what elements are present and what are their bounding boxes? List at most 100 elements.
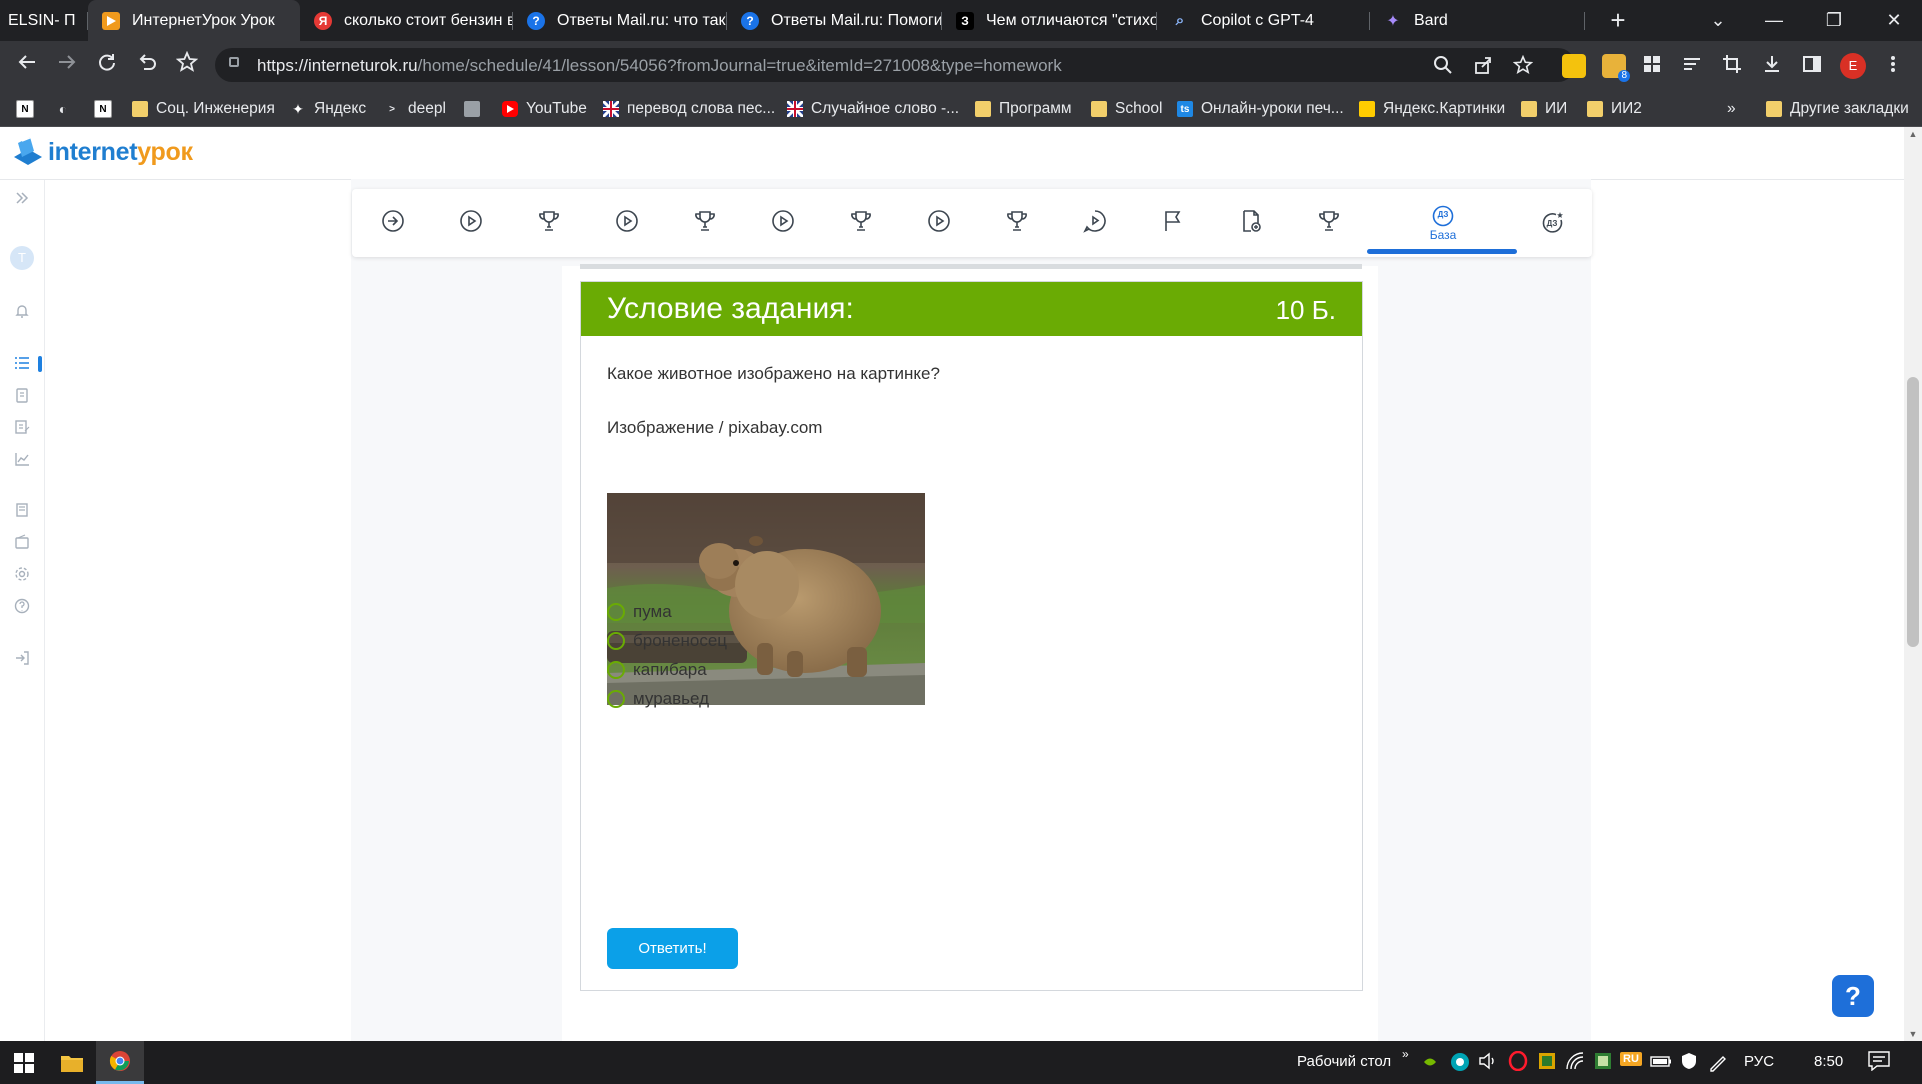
crop-screenshot-icon[interactable] [1721, 54, 1743, 76]
clock-time[interactable]: 8:50 [1814, 1053, 1843, 1070]
bookmark-notion-1[interactable]: N [16, 99, 42, 119]
step-intro[interactable] [356, 195, 430, 251]
extensions-grid-icon[interactable] [1641, 54, 1663, 76]
extension-badge-icon[interactable]: 8 [1602, 54, 1630, 82]
file-explorer-icon[interactable] [48, 1041, 96, 1084]
tab-elsin[interactable]: ELSIN- П [0, 0, 88, 41]
bookmark-yandex[interactable]: ✦ Яндекс [290, 99, 366, 119]
step-video-3[interactable] [746, 195, 820, 251]
bookmark-translate-word[interactable]: перевод слова пес... [603, 99, 775, 119]
help-button[interactable]: ? [1832, 975, 1874, 1017]
windows-start-icon[interactable] [0, 1041, 48, 1084]
progress-chart-icon[interactable] [12, 451, 32, 471]
tab-interneturok[interactable]: ИнтернетУрок Урок [88, 0, 300, 41]
user-avatar[interactable]: T [10, 246, 34, 270]
step-summary[interactable] [1136, 195, 1210, 251]
step-video-chat[interactable] [1058, 195, 1132, 251]
clipboard-icon[interactable] [12, 387, 32, 407]
green-app-tray-icon[interactable] [1594, 1052, 1612, 1074]
download-icon[interactable] [1761, 54, 1783, 76]
opera-tray-icon[interactable] [1508, 1050, 1528, 1075]
profile-avatar[interactable]: E [1840, 53, 1866, 79]
radio-button[interactable] [607, 690, 625, 708]
settings-gear-icon[interactable] [12, 566, 32, 586]
step-trainer-2[interactable] [668, 195, 742, 251]
bookmark-yandex-images[interactable]: Яндекс.Картинки [1359, 99, 1505, 119]
bookmark-random-word[interactable]: Случайное слово -... [787, 99, 959, 119]
step-homework-base[interactable]: ДЗ База [1370, 195, 1516, 251]
bookmark-image[interactable] [464, 99, 488, 119]
browser-menu-icon[interactable] [1882, 54, 1904, 76]
reload-icon[interactable] [92, 51, 122, 81]
radio-button[interactable] [607, 661, 625, 679]
scroll-down-arrow-icon[interactable]: ▼ [1908, 1029, 1918, 1039]
tab-yandex-search[interactable]: Я сколько стоит бензин в [300, 0, 513, 41]
scrollbar-thumb[interactable] [1907, 377, 1919, 647]
submit-answer-button[interactable]: Ответить! [607, 928, 738, 969]
step-trainer-3[interactable] [824, 195, 898, 251]
step-video-2[interactable] [590, 195, 664, 251]
expand-sidebar-icon[interactable] [12, 190, 32, 210]
volume-icon[interactable] [1478, 1051, 1498, 1075]
undo-icon[interactable] [132, 51, 162, 81]
tab-copilot[interactable]: ⌕ Copilot с GPT-4 [1157, 0, 1370, 41]
share-icon[interactable] [1472, 55, 1494, 77]
step-extra-material[interactable] [1214, 195, 1288, 251]
scroll-up-arrow-icon[interactable]: ▲ [1908, 129, 1918, 139]
tab-mail-answers-2[interactable]: ? Ответы Mail.ru: Помоги [727, 0, 942, 41]
minimize-button[interactable]: — [1746, 0, 1802, 41]
forward-arrow-icon[interactable] [52, 51, 82, 81]
bookmark-star-icon[interactable] [172, 50, 202, 81]
desktop-toolbar-label[interactable]: Рабочий стол [1297, 1053, 1391, 1070]
ru-badge-icon[interactable]: RU [1620, 1052, 1642, 1066]
step-video-4[interactable] [902, 195, 976, 251]
close-window-button[interactable]: ✕ [1866, 0, 1922, 41]
step-trainer-4[interactable] [980, 195, 1054, 251]
app-tray-icon[interactable] [1538, 1052, 1556, 1074]
radio-button[interactable] [607, 603, 625, 621]
pen-icon[interactable] [1708, 1052, 1728, 1076]
bookmark-notion-2[interactable]: N [94, 99, 120, 119]
zoom-search-icon[interactable] [1432, 55, 1454, 77]
reading-list-icon[interactable] [1681, 54, 1703, 76]
page-scrollbar[interactable]: ▲ ▼ [1904, 127, 1922, 1041]
bookmark-programs-folder[interactable]: Программ [975, 99, 1072, 119]
new-tab-button[interactable]: + [1603, 6, 1633, 36]
option-puma[interactable]: пума [607, 602, 672, 622]
security-tray-icon[interactable] [1680, 1052, 1698, 1074]
bookmark-social-engineering[interactable]: Соц. Инженерия [132, 99, 275, 119]
bookmark-deepl[interactable]: > deepl [384, 99, 446, 119]
option-armadillo[interactable]: броненосец [607, 631, 727, 651]
notifications-icon[interactable] [1868, 1051, 1890, 1075]
extension-yellow-icon[interactable] [1562, 54, 1586, 78]
side-panel-icon[interactable] [1801, 54, 1823, 76]
journal-icon[interactable] [12, 502, 32, 522]
tab-zen-article[interactable]: З Чем отличаются "стихо [942, 0, 1157, 41]
bell-icon[interactable] [12, 303, 32, 323]
tab-search-dropdown-icon[interactable]: ⌄ [1690, 0, 1746, 41]
chrome-taskbar-icon[interactable] [96, 1041, 144, 1084]
address-bar[interactable]: https://interneturok.ru/home/schedule/41… [215, 48, 1575, 82]
tab-bard[interactable]: ✦ Bard [1370, 0, 1585, 41]
radio-button[interactable] [607, 632, 625, 650]
wifi-icon[interactable] [1566, 1052, 1584, 1074]
restore-button[interactable]: ❐ [1806, 0, 1862, 41]
bookmark-online-lessons[interactable]: ts Онлайн-уроки печ... [1177, 99, 1344, 119]
bookmark-page-star-icon[interactable] [1512, 54, 1534, 77]
tab-mail-answers-1[interactable]: ? Ответы Mail.ru: что так [513, 0, 727, 41]
keyboard-language[interactable]: РУС [1744, 1053, 1774, 1070]
interneturok-logo[interactable]: internetурок [12, 135, 193, 169]
step-video-1[interactable] [434, 195, 508, 251]
notes-icon[interactable] [12, 419, 32, 439]
battery-icon[interactable] [1650, 1053, 1672, 1073]
bookmark-ai-folder[interactable]: ИИ [1521, 99, 1567, 119]
bookmarks-overflow-chevron-icon[interactable]: » [1727, 99, 1736, 119]
option-anteater[interactable]: муравьед [607, 689, 709, 709]
help-circle-icon[interactable] [12, 598, 32, 618]
bookmark-ai2-folder[interactable]: ИИ2 [1587, 99, 1642, 119]
other-bookmarks-folder[interactable]: Другие закладки [1766, 99, 1909, 119]
browser-tray-icon[interactable] [1450, 1052, 1470, 1076]
bookmark-school-folder[interactable]: School [1091, 99, 1162, 119]
step-trainer-5[interactable] [1292, 195, 1366, 251]
step-homework-advanced[interactable]: ДЗ [1516, 195, 1590, 251]
